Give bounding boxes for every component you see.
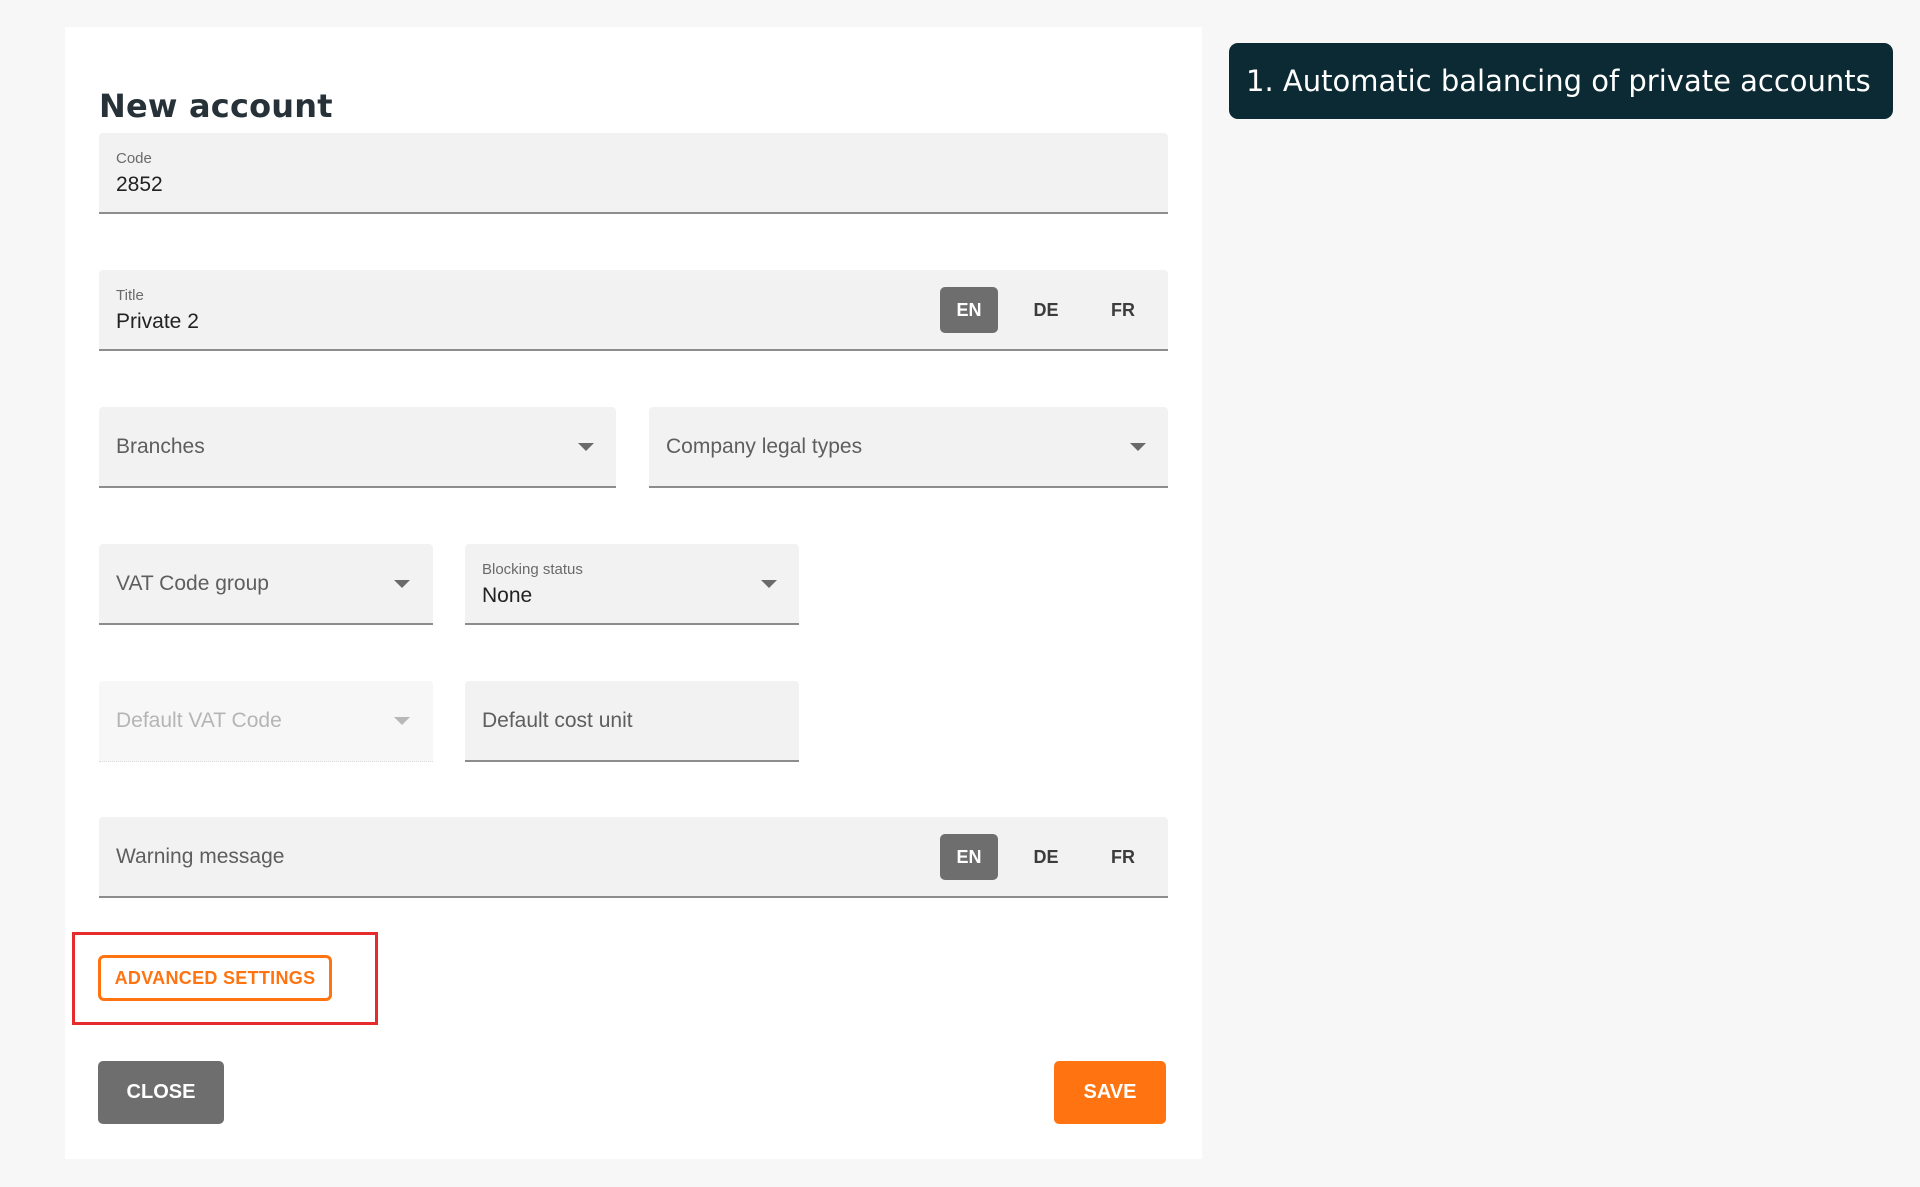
advanced-settings-button[interactable]: ADVANCED SETTINGS <box>98 955 332 1001</box>
title-lang-fr[interactable]: FR <box>1094 287 1152 333</box>
title-language-switch: EN DE FR <box>940 286 1152 333</box>
blocking-status-label: Blocking status <box>482 561 583 578</box>
default-cost-unit-field[interactable]: Default cost unit <box>465 681 799 762</box>
warning-language-switch: EN DE FR <box>940 833 1152 880</box>
title-value[interactable]: Private 2 <box>116 310 199 334</box>
close-button[interactable]: CLOSE <box>98 1061 224 1124</box>
default-vat-code-select: Default VAT Code <box>99 681 433 762</box>
save-button[interactable]: SAVE <box>1054 1061 1166 1124</box>
warning-lang-de[interactable]: DE <box>1017 834 1075 880</box>
branches-select[interactable]: Branches <box>99 407 616 488</box>
vat-code-group-select[interactable]: VAT Code group <box>99 544 433 625</box>
chevron-down-icon <box>394 579 410 588</box>
warning-message-field[interactable]: Warning message EN DE FR <box>99 817 1168 898</box>
title-lang-de[interactable]: DE <box>1017 287 1075 333</box>
step-callout: 1. Automatic balancing of private accoun… <box>1229 43 1893 119</box>
branches-placeholder: Branches <box>116 434 205 458</box>
code-value[interactable]: 2852 <box>116 173 163 197</box>
blocking-status-select[interactable]: Blocking status None <box>465 544 799 625</box>
chevron-down-icon <box>1130 442 1146 451</box>
company-legal-types-placeholder: Company legal types <box>666 434 863 458</box>
code-field[interactable]: Code 2852 <box>99 133 1168 214</box>
vat-code-group-placeholder: VAT Code group <box>116 571 269 595</box>
warning-lang-fr[interactable]: FR <box>1094 834 1152 880</box>
title-field[interactable]: Title Private 2 EN DE FR <box>99 270 1168 351</box>
code-label: Code <box>116 150 152 167</box>
chevron-down-icon <box>578 442 594 451</box>
warning-message-placeholder: Warning message <box>116 844 285 868</box>
default-vat-code-placeholder: Default VAT Code <box>116 709 282 732</box>
blocking-status-value: None <box>482 584 533 607</box>
title-label: Title <box>116 287 144 304</box>
chevron-down-icon <box>761 579 777 588</box>
dialog-title: New account <box>99 87 333 125</box>
title-lang-en[interactable]: EN <box>940 286 998 333</box>
chevron-down-icon <box>394 717 410 725</box>
default-cost-unit-placeholder: Default cost unit <box>482 708 633 732</box>
company-legal-types-select[interactable]: Company legal types <box>649 407 1168 488</box>
warning-lang-en[interactable]: EN <box>940 833 998 880</box>
